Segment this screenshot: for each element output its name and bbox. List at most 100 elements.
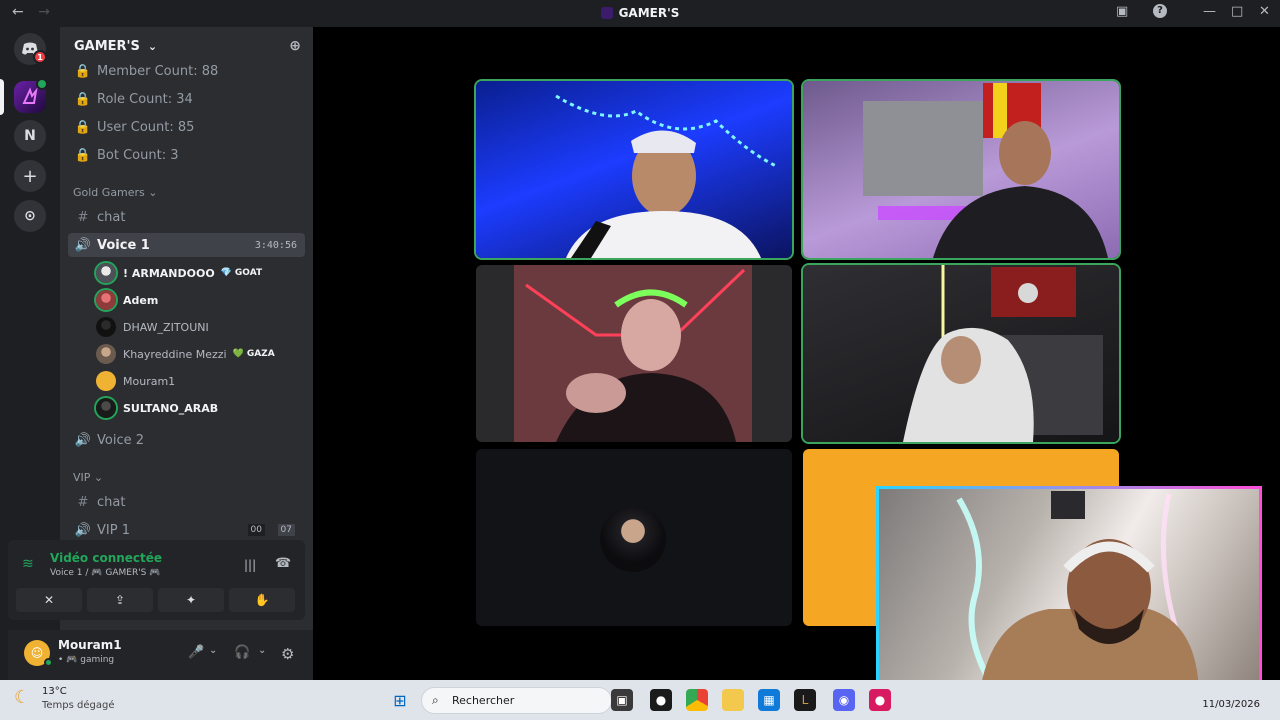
voice-user[interactable]: Khayreddine Mezzi 💚 GAZA — [96, 342, 305, 366]
taskbar-search[interactable]: ⌕ Rechercher — [421, 687, 612, 714]
lock-icon: 🔒 — [74, 91, 92, 107]
voice-channel-link[interactable]: Voice 1 / 🎮 GAMER'S 🎮 — [50, 568, 160, 578]
chevron-down-icon[interactable]: ⌄ — [209, 645, 217, 656]
channel-vip-1[interactable]: 🔊 VIP 1 00 07 — [68, 518, 305, 542]
chevron-down-icon[interactable]: ⌄ — [258, 645, 266, 656]
minimize-icon[interactable]: — — [1203, 4, 1216, 19]
screen-share-button[interactable]: ⇪ — [87, 588, 153, 612]
avatar — [96, 344, 116, 364]
settings-icon[interactable]: ⚙ — [281, 645, 294, 663]
maximize-icon[interactable]: □ — [1231, 4, 1243, 19]
weather-condition: Temps dégagé — [42, 700, 115, 711]
add-server-icon[interactable]: + — [14, 160, 46, 192]
n-server-icon[interactable]: N — [14, 120, 46, 152]
avatar — [96, 317, 116, 337]
webcam-feed-icon — [514, 265, 752, 442]
task-view-icon[interactable]: ▣ — [611, 689, 633, 711]
windows-start-icon[interactable]: ⊞ — [389, 689, 411, 711]
category-vip[interactable]: VIP ⌄ — [73, 471, 103, 484]
notification-badge: 1 — [33, 50, 47, 64]
gem-icon: 💎 — [220, 268, 232, 278]
date: 11/03/2026 — [1202, 699, 1260, 710]
voice-user[interactable]: Mouram1 — [96, 369, 305, 393]
webcam-feed-icon — [956, 491, 1199, 698]
voice-status: Vidéo connectée — [50, 551, 163, 565]
self-view-pip[interactable] — [876, 486, 1262, 701]
channel-vip-chat[interactable]: # chat — [68, 490, 305, 514]
explore-icon[interactable]: ⊙ — [14, 200, 46, 232]
voice-user[interactable]: ! ARMANDOOO 💎 GOAT — [96, 261, 305, 285]
speaker-icon: 🔊 — [74, 522, 92, 538]
chrome-icon[interactable] — [686, 689, 708, 711]
selected-pill — [0, 79, 4, 115]
avatar — [600, 506, 666, 572]
inbox-icon[interactable]: ▣ — [1116, 4, 1128, 19]
avatar — [96, 263, 116, 283]
voice-timer: 3:40:56 — [254, 239, 297, 251]
stat-channel[interactable]: 🔒 Role Count: 34 — [68, 87, 305, 111]
voice-connected-panel: ≋ Vidéo connectée Voice 1 / 🎮 GAMER'S 🎮 … — [8, 540, 305, 620]
avatar — [96, 290, 116, 310]
role-tag: 💚 GAZA — [232, 349, 275, 359]
chevron-down-icon: ⌄ — [147, 39, 158, 53]
avatar — [96, 371, 116, 391]
heart-icon: 💚 — [232, 349, 244, 359]
lock-icon: 🔒 — [74, 147, 92, 163]
app-icon[interactable]: ● — [650, 689, 672, 711]
speaker-icon: 🔊 — [74, 237, 92, 253]
channel-voice-1[interactable]: 🔊 Voice 1 3:40:56 — [68, 233, 305, 257]
voice-user[interactable]: Adem — [96, 288, 305, 312]
camera-off-button[interactable]: ✕ — [16, 588, 82, 612]
mic-icon[interactable]: 🎤 — [188, 645, 204, 660]
online-status-icon — [44, 658, 53, 667]
user-panel: ☺ Mouram1 • 🎮 gaming 🎤 ⌄ 🎧 ⌄ ⚙ — [8, 630, 313, 680]
channel-chat[interactable]: # chat — [68, 205, 305, 229]
voice-indicator-icon — [36, 78, 48, 90]
avatar — [96, 398, 116, 418]
video-tile[interactable] — [803, 81, 1119, 258]
stat-channel[interactable]: 🔒 User Count: 85 — [68, 115, 305, 139]
hash-icon: # — [77, 494, 89, 510]
user-limit: 07 — [277, 524, 295, 536]
noise-suppression-icon[interactable]: ||| — [244, 558, 256, 572]
file-explorer-icon[interactable] — [722, 689, 744, 711]
activities-button[interactable]: ✦ — [158, 588, 224, 612]
video-tile[interactable] — [803, 265, 1119, 442]
video-tile[interactable] — [476, 81, 792, 258]
video-tile[interactable] — [476, 265, 792, 442]
help-icon[interactable]: ? — [1153, 4, 1167, 18]
voice-user[interactable]: SULTANO_ARAB — [96, 396, 305, 420]
webcam-feed-icon — [863, 83, 1108, 258]
speaker-icon: 🔊 — [74, 432, 92, 448]
lock-icon: 🔒 — [74, 119, 92, 135]
user-count: 00 — [247, 524, 265, 536]
window-title: GAMER'S — [0, 6, 1280, 20]
soundboard-button[interactable]: ✋ — [229, 588, 295, 612]
channel-voice-2[interactable]: 🔊 Voice 2 — [68, 428, 305, 452]
moon-icon: ☾ — [14, 687, 31, 708]
close-icon[interactable]: ✕ — [1259, 4, 1270, 19]
add-member-icon[interactable]: ⊕ — [289, 38, 301, 54]
lock-icon: 🔒 — [74, 63, 92, 79]
server-name: GAMER'S — [74, 38, 140, 54]
league-icon[interactable]: L — [794, 689, 816, 711]
stat-channel[interactable]: 🔒 Member Count: 88 — [68, 59, 305, 83]
discord-taskbar-icon[interactable]: ◉ — [833, 689, 855, 711]
disconnect-icon[interactable]: ☎ — [275, 556, 291, 571]
channel-sidebar: GAMER'S ⌄ ⊕ 🔒 Member Count: 88 🔒 Role Coun… — [8, 27, 357, 680]
username: Mouram1 — [58, 638, 122, 652]
custom-status: • 🎮 gaming — [58, 655, 115, 665]
app-icon[interactable]: ● — [869, 689, 891, 711]
store-icon[interactable]: ▦ — [758, 689, 780, 711]
voice-user[interactable]: DHAW_ZITOUNI — [96, 315, 305, 339]
category-gold-gamers[interactable]: Gold Gamers ⌄ — [73, 186, 158, 199]
search-icon: ⌕ — [432, 693, 439, 707]
windows-taskbar: ☾ 13°C Temps dégagé ⊞ ⌕ Rechercher ▣ ● ▦… — [0, 680, 1280, 720]
headset-icon[interactable]: 🎧 — [234, 645, 250, 660]
stat-channel[interactable]: 🔒 Bot Count: 3 — [68, 143, 305, 167]
title-bar: ← → GAMER'S ▣ ? — □ ✕ — [0, 0, 1280, 27]
role-tag: 💎 GOAT — [220, 268, 263, 278]
video-tile-camera-off[interactable] — [476, 449, 792, 626]
webcam-feed-icon — [555, 94, 777, 258]
signal-icon: ≋ — [22, 556, 34, 572]
